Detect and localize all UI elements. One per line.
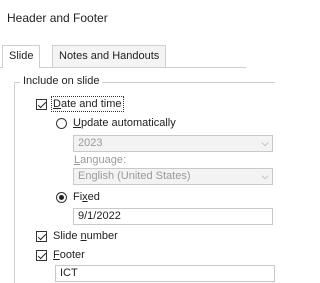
update-automatically-row[interactable]: Update automatically	[56, 115, 176, 131]
fixed-date-input[interactable]: 9/1/2022	[73, 208, 273, 225]
footer-row[interactable]: Footer	[36, 247, 85, 263]
date-format-select[interactable]: 2023 ⌵	[73, 135, 273, 152]
footer-label: Footer	[53, 249, 85, 261]
date-time-checkbox[interactable]	[36, 98, 47, 110]
slide-tab-panel: Include on slide Date and time Update au…	[0, 68, 275, 283]
date-time-label: Date and time	[51, 96, 124, 112]
chevron-down-icon: ⌵	[261, 138, 269, 148]
language-select[interactable]: English (United States) ⌵	[73, 168, 273, 185]
fixed-row[interactable]: Fixed	[56, 189, 100, 205]
tab-strip: Slide Notes and Handouts	[0, 45, 246, 69]
date-time-row[interactable]: Date and time	[36, 96, 124, 112]
title-bar: Header and Footer	[0, 0, 246, 38]
slide-number-label: Slide number	[53, 230, 118, 242]
update-automatically-radio[interactable]	[56, 117, 67, 129]
slide-number-checkbox[interactable]	[36, 230, 47, 242]
language-value: English (United States)	[78, 170, 191, 182]
update-automatically-label: Update automatically	[73, 117, 176, 129]
footer-text-input[interactable]: ICT	[55, 265, 275, 282]
group-legend: Include on slide	[20, 75, 103, 87]
chevron-down-icon: ⌵	[261, 171, 269, 181]
fixed-label: Fixed	[73, 191, 100, 203]
tab-slide[interactable]: Slide	[2, 45, 41, 69]
footer-checkbox[interactable]	[36, 249, 47, 261]
dialog-title: Header and Footer	[7, 11, 108, 25]
tab-notes-and-handouts[interactable]: Notes and Handouts	[52, 45, 167, 67]
date-format-value: 2023	[78, 137, 103, 149]
fixed-radio[interactable]	[56, 191, 67, 203]
language-label: Language:	[74, 154, 127, 166]
slide-number-row[interactable]: Slide number	[36, 228, 118, 244]
